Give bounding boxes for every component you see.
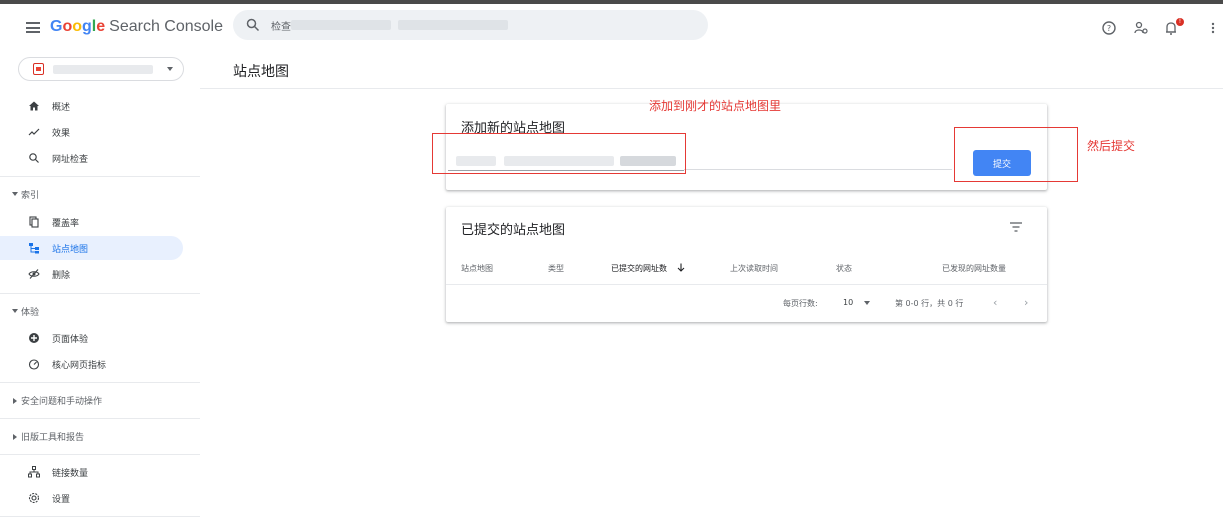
property-selector[interactable] — [18, 57, 184, 81]
site-favicon-icon — [33, 63, 44, 75]
pagination-range: 第 0-0 行，共 0 行 — [895, 299, 964, 308]
sidebar-item-settings[interactable]: 设置 — [0, 486, 183, 510]
annotation-text-add: 添加到刚才的站点地图里 — [649, 99, 782, 113]
rows-per-page-label: 每页行数: — [783, 299, 818, 308]
search-icon — [29, 153, 39, 163]
input-underline — [684, 169, 952, 170]
sitemap-icon — [29, 243, 39, 254]
notification-badge: ! — [1176, 18, 1184, 26]
sidebar-item-core-web-vitals[interactable]: 核心网页指标 — [0, 352, 183, 376]
sidebar-item-links[interactable]: 链接数量 — [0, 460, 183, 484]
search-bar[interactable]: 检查 — [233, 10, 708, 40]
apps-grid-icon[interactable] — [1210, 20, 1223, 36]
arrow-down-icon — [677, 263, 685, 272]
sidebar-section-index[interactable]: 索引 — [0, 186, 183, 204]
sidebar-item-label: 删除 — [52, 270, 71, 281]
page-title: 站点地图 — [233, 64, 289, 80]
sidebar-item-label: 概述 — [52, 102, 71, 113]
caret-down-icon — [12, 309, 18, 313]
annotation-box-submit — [954, 127, 1078, 182]
column-header-sitemap[interactable]: 站点地图 — [461, 263, 493, 274]
sidebar-item-label: 页面体验 — [52, 334, 89, 345]
chevron-down-icon — [864, 301, 870, 305]
top-bar: Google Search Console 检查 ? ! — [0, 4, 1223, 50]
sidebar-item-overview[interactable]: 概述 — [0, 94, 183, 118]
trending-icon — [28, 128, 40, 136]
sidebar-item-label: 覆盖率 — [52, 218, 80, 229]
sidebar-item-label: 效果 — [52, 128, 71, 139]
sidebar-divider — [0, 382, 200, 383]
search-input[interactable]: 检查 — [271, 18, 291, 33]
chevron-down-icon — [167, 67, 173, 71]
sidebar-section-legacy[interactable]: 旧版工具和报告 — [0, 428, 183, 446]
sidebar-item-url-inspection[interactable]: 网址检查 — [0, 146, 183, 170]
sidebar-item-label: 网址检查 — [52, 154, 89, 165]
section-label: 索引 — [21, 191, 40, 201]
sidebar-section-experience[interactable]: 体验 — [0, 303, 183, 321]
annotation-text-submit: 然后提交 — [1087, 139, 1136, 153]
section-label: 旧版工具和报告 — [21, 433, 85, 443]
sidebar-item-coverage[interactable]: 覆盖率 — [0, 210, 183, 234]
section-label: 安全问题和手动操作 — [21, 397, 103, 407]
gear-icon — [28, 492, 40, 504]
copy-icon — [29, 216, 39, 228]
submitted-sitemaps-title: 已提交的站点地图 — [461, 223, 566, 238]
sidebar-item-page-experience[interactable]: 页面体验 — [0, 326, 183, 350]
filter-icon[interactable] — [1010, 222, 1022, 232]
visibility-off-icon — [28, 269, 40, 279]
page-experience-icon — [29, 333, 39, 343]
sidebar-item-label: 链接数量 — [52, 468, 89, 479]
svg-text:?: ? — [1107, 24, 1111, 33]
annotation-box-input — [432, 133, 686, 174]
menu-icon[interactable] — [26, 22, 40, 33]
sidebar-divider — [0, 454, 200, 455]
sidebar-item-removals[interactable]: 删除 — [0, 262, 183, 286]
sidebar-item-label: 设置 — [52, 494, 71, 505]
caret-right-icon — [13, 398, 17, 404]
next-page-button[interactable]: › — [1024, 296, 1028, 309]
column-header-last-read[interactable]: 上次读取时间 — [730, 263, 778, 274]
sidebar-divider — [0, 418, 200, 419]
home-icon — [29, 101, 39, 111]
app-window: Google Search Console 检查 ? ! 站点地图 概述 效果 网… — [0, 0, 1223, 520]
sidebar-divider — [0, 176, 200, 177]
sidebar-item-label: 核心网页指标 — [52, 360, 107, 371]
section-label: 体验 — [21, 308, 40, 318]
sidebar-divider — [0, 293, 200, 294]
manage-users-icon[interactable] — [1133, 20, 1149, 36]
sidebar-item-sitemaps[interactable]: 站点地图 — [0, 236, 183, 260]
help-icon[interactable]: ? — [1101, 20, 1117, 36]
sidebar-item-performance[interactable]: 效果 — [0, 120, 183, 144]
links-icon — [28, 466, 40, 478]
speed-icon — [28, 359, 40, 370]
caret-right-icon — [13, 434, 17, 440]
sidebar-divider — [0, 516, 200, 517]
google-wordmark: Google — [50, 18, 106, 35]
sidebar-section-security[interactable]: 安全问题和手动操作 — [0, 392, 183, 410]
rows-per-page-select[interactable]: 10 — [843, 298, 853, 307]
column-header-discovered-urls[interactable]: 已发现的网址数量 — [942, 263, 1006, 274]
sidebar-item-label: 站点地图 — [52, 244, 89, 255]
redacted-text — [291, 20, 391, 30]
redacted-text — [398, 20, 508, 30]
table-divider — [446, 284, 1047, 285]
title-divider — [200, 88, 1223, 89]
column-header-submitted-urls[interactable]: 已提交的网址数 — [611, 263, 667, 274]
product-name: Search Console — [109, 18, 223, 35]
previous-page-button[interactable]: ‹ — [993, 296, 997, 309]
column-header-type[interactable]: 类型 — [548, 263, 564, 274]
caret-down-icon — [12, 192, 18, 196]
redacted-property-name — [53, 65, 153, 74]
column-header-status[interactable]: 状态 — [836, 263, 852, 274]
search-icon — [246, 18, 260, 32]
app-logo[interactable]: Google Search Console — [50, 18, 223, 36]
